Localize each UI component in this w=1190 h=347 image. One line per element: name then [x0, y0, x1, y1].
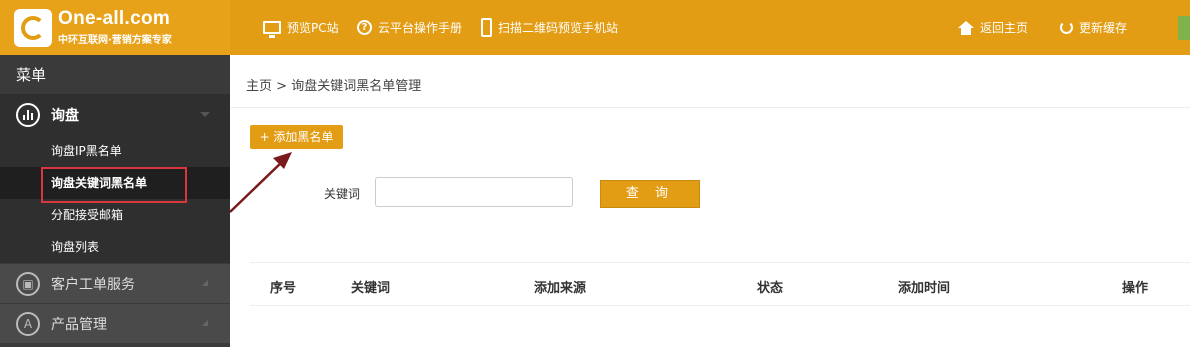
logo-subtitle: 中环互联网·营销方案专家 — [58, 35, 172, 46]
bar-chart-icon — [16, 103, 40, 127]
qr-preview-link[interactable]: 扫描二维码预览手机站 — [481, 0, 618, 55]
manual-label: 云平台操作手册 — [378, 21, 463, 35]
sidebar: 菜单 询盘 询盘IP黑名单 询盘关键词黑名单 分配接受邮箱 询盘列表 ▣ 客户工… — [0, 55, 230, 347]
refresh-cache-label: 更新缓存 — [1079, 21, 1128, 35]
breadcrumb-separator: > — [276, 79, 288, 94]
highlight-annotation — [41, 167, 187, 203]
sidebar-group-label: 询盘 — [51, 108, 79, 124]
column-header: 操作 — [1122, 281, 1149, 296]
preview-pc-label: 预览PC站 — [287, 21, 339, 35]
home-icon — [958, 20, 974, 35]
home-link[interactable]: 返回主页 — [958, 0, 1028, 55]
sidebar-group-label: 产品管理 — [51, 316, 107, 333]
keyword-label: 关键词 — [324, 187, 361, 201]
logo-title: One-all.com — [58, 8, 171, 29]
column-header: 序号 — [270, 281, 297, 296]
sidebar-group-product[interactable]: A 产品管理 — [0, 303, 230, 343]
chevron-down-icon — [200, 112, 210, 117]
sidebar-group-ticket-service[interactable]: ▣ 客户工单服务 — [0, 263, 230, 303]
breadcrumb-current: 询盘关键词黑名单管理 — [291, 79, 422, 94]
preview-pc-link[interactable]: 预览PC站 — [263, 0, 339, 55]
qr-preview-label: 扫描二维码预览手机站 — [498, 21, 619, 35]
home-label: 返回主页 — [980, 21, 1029, 35]
logo[interactable]: One-all.com 中环互联网·营销方案专家 — [0, 0, 230, 55]
monitor-icon — [263, 21, 281, 38]
add-blacklist-button[interactable]: + 添加黑名单 — [250, 125, 343, 149]
phone-icon — [481, 18, 492, 37]
sidebar-group-label: 客户工单服务 — [51, 276, 135, 293]
avatar[interactable] — [1178, 16, 1190, 40]
top-bar: One-all.com 中环互联网·营销方案专家 预览PC站 ? 云平台操作手册… — [0, 0, 1190, 55]
menu-header: 菜单 — [0, 55, 230, 95]
logo-mark-icon — [14, 9, 52, 47]
column-header: 添加来源 — [534, 281, 587, 296]
breadcrumb-home[interactable]: 主页 — [246, 79, 272, 94]
letter-a-icon: A — [16, 311, 40, 336]
divider — [230, 107, 1190, 108]
table-header: 序号 关键词 添加来源 状态 添加时间 操作 — [250, 262, 1190, 306]
manual-link[interactable]: ? 云平台操作手册 — [357, 0, 462, 55]
sidebar-item-receive-email[interactable]: 分配接受邮箱 — [0, 199, 230, 231]
briefcase-icon: ▣ — [16, 271, 40, 296]
sidebar-group-inquiry[interactable]: 询盘 — [0, 95, 230, 135]
expand-icon — [202, 320, 208, 326]
main-content: 主页 > 询盘关键词黑名单管理 + 添加黑名单 关键词 查 询 序号 关键词 添… — [230, 55, 1190, 347]
sidebar-item-inquiry-list[interactable]: 询盘列表 — [0, 231, 230, 263]
breadcrumb: 主页 > 询盘关键词黑名单管理 — [246, 75, 421, 94]
help-icon: ? — [357, 20, 372, 35]
search-button[interactable]: 查 询 — [600, 180, 700, 208]
expand-icon — [202, 280, 208, 286]
refresh-cache-link[interactable]: 更新缓存 — [1060, 0, 1127, 55]
refresh-icon — [1060, 21, 1073, 34]
keyword-input[interactable] — [375, 177, 573, 207]
column-header: 关键词 — [351, 281, 391, 296]
sidebar-item-ip-blacklist[interactable]: 询盘IP黑名单 — [0, 135, 230, 167]
column-header: 状态 — [757, 281, 784, 296]
column-header: 添加时间 — [898, 281, 951, 296]
